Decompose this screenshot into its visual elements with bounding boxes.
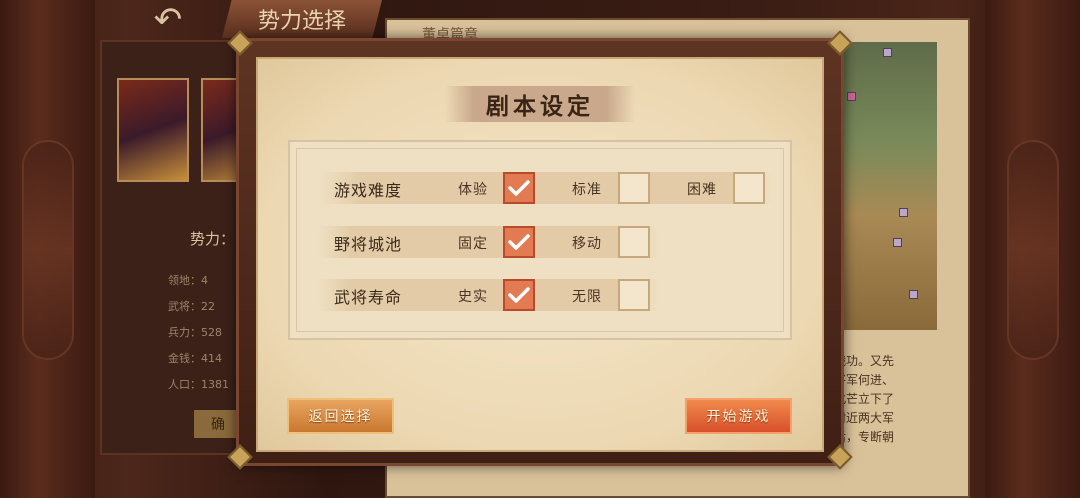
difficulty-standard-checkbox[interactable] [618, 172, 650, 204]
stat-population: 人口：1381 [168, 378, 229, 391]
stat-territory: 领地：4 [168, 274, 208, 287]
screen-title: 势力选择 [257, 9, 346, 34]
wild-city-label: 野将城池 [334, 235, 403, 254]
map-city-marker [847, 92, 856, 101]
story-text: 建战功。又先 大将军何进、 在北芒立下了 了附近两大军 太后，专断朝 [822, 352, 972, 447]
checkmark-icon [508, 180, 530, 196]
back-arrow-icon: ↶ [153, 0, 183, 40]
story-line: 大将军何进、 [822, 373, 895, 387]
checkmark-icon [508, 234, 530, 250]
faction-stats: 领地：4 武将：22 兵力：528 金钱：414 人口：1381 [168, 268, 229, 398]
confirm-button[interactable]: 确 [194, 410, 242, 438]
faction-label: 势力： [190, 230, 236, 248]
general-portrait-1[interactable] [117, 78, 189, 182]
start-game-button[interactable]: 开始游戏 [685, 398, 792, 434]
map-city-marker [883, 48, 892, 57]
story-line: 太后，专断朝 [822, 430, 895, 444]
lifespan-unlimited-checkbox[interactable] [618, 279, 650, 311]
map-city-marker [899, 208, 908, 217]
lifespan-historical-checkbox[interactable] [503, 279, 535, 311]
back-arrow-button[interactable]: ↶ [118, 0, 218, 40]
wild-city-option-label: 固定 [458, 236, 488, 252]
difficulty-option-label: 体验 [458, 182, 488, 198]
stat-gold: 金钱：414 [168, 352, 222, 365]
checkmark-icon [508, 287, 530, 303]
story-line: 建战功。又先 [822, 354, 895, 368]
dialog-title-banner: 剧本设定 [445, 86, 635, 122]
difficulty-hard-checkbox[interactable] [733, 172, 765, 204]
wild-city-fixed-checkbox[interactable] [503, 226, 535, 258]
wild-city-moving-checkbox[interactable] [618, 226, 650, 258]
back-to-selection-button[interactable]: 返回选择 [287, 398, 394, 434]
difficulty-experience-checkbox[interactable] [503, 172, 535, 204]
lifespan-option-label: 无限 [572, 289, 602, 305]
screen-title-tab: 势力选择 [222, 0, 382, 38]
story-line: 在北芒立下了 [822, 392, 895, 406]
difficulty-option-label: 标准 [572, 182, 602, 198]
stat-troops: 兵力：528 [168, 326, 222, 339]
lifespan-option-label: 史实 [458, 289, 488, 305]
right-pillar [985, 0, 1080, 498]
left-pillar [0, 0, 95, 498]
left-pillar-ornament [22, 140, 74, 360]
difficulty-label: 游戏难度 [334, 181, 403, 200]
wild-city-option-label: 移动 [572, 236, 602, 252]
story-map [835, 42, 937, 330]
map-city-marker [893, 238, 902, 247]
map-city-marker [909, 290, 918, 299]
story-line: 了附近两大军 [822, 411, 895, 425]
difficulty-option-label: 困难 [687, 182, 717, 198]
stat-generals: 武将：22 [168, 300, 215, 313]
right-pillar-ornament [1007, 140, 1059, 360]
lifespan-label: 武将寿命 [334, 288, 403, 307]
dialog-title: 剧本设定 [486, 93, 594, 120]
